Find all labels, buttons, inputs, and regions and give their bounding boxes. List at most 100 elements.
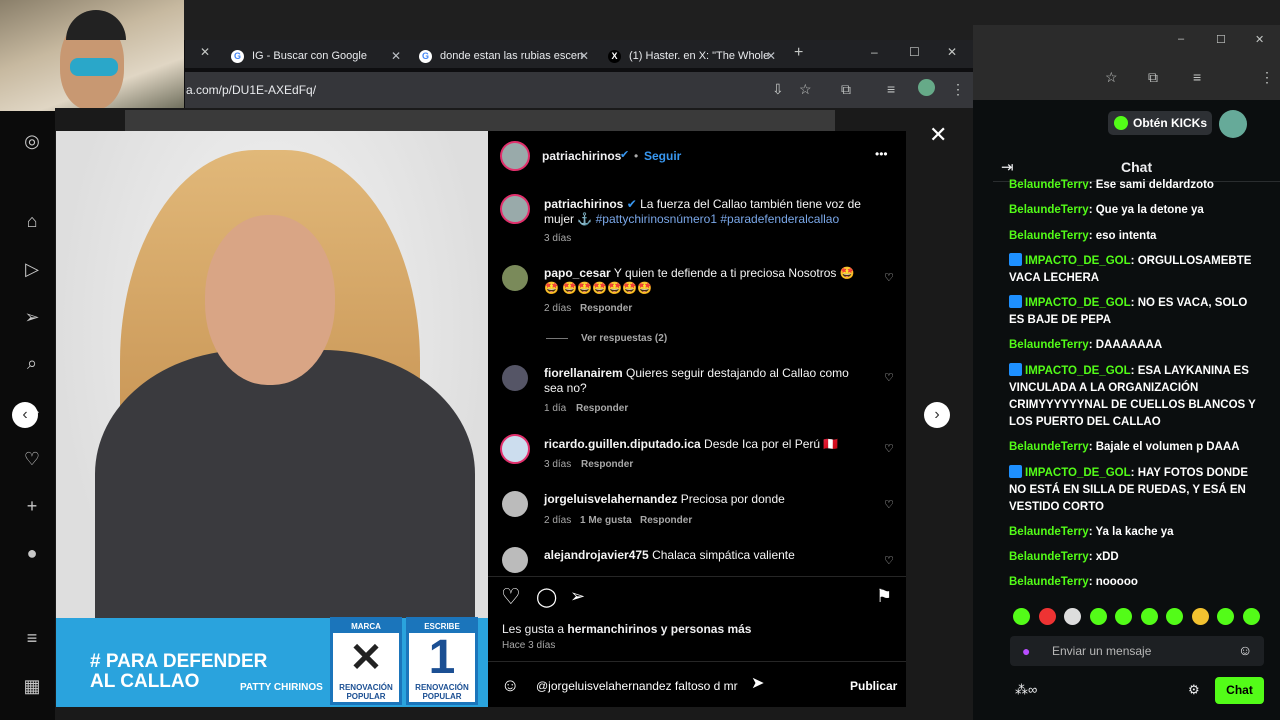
emote-icon[interactable] <box>1141 608 1158 625</box>
maximize-icon[interactable]: ☐ <box>1216 33 1226 46</box>
emote-icon[interactable] <box>1217 608 1234 625</box>
get-kicks-button[interactable]: Obtén KICKs <box>1108 111 1212 135</box>
profile-icon[interactable]: ● <box>20 541 44 565</box>
emote-icon[interactable] <box>1115 608 1132 625</box>
background-thumbnails <box>125 110 835 132</box>
like-comment-icon[interactable]: ♡ <box>884 271 894 284</box>
chat-message: BelaundeTerry: xDD <box>1009 551 1119 563</box>
more-icon[interactable]: ≡ <box>20 626 44 650</box>
maximize-icon[interactable]: ☐ <box>909 45 920 59</box>
comment-avatar[interactable] <box>502 265 528 291</box>
media-icon[interactable]: ≡ <box>1193 69 1201 85</box>
emote-icon[interactable] <box>1192 608 1209 625</box>
minimize-icon[interactable]: – <box>871 45 878 59</box>
reply-button[interactable]: Responder <box>576 403 628 414</box>
previous-post-button[interactable]: ‹ <box>12 402 38 428</box>
ballot-escribe: ESCRIBE 1 RENOVACIÓN POPULAR <box>406 617 478 705</box>
badge-icon <box>1009 363 1022 376</box>
emote-icon[interactable] <box>1064 608 1081 625</box>
close-tab-icon[interactable]: ✕ <box>766 49 776 63</box>
close-tab-icon[interactable]: ✕ <box>391 49 401 63</box>
mic-icon[interactable]: ● <box>1022 643 1030 659</box>
comment-icon[interactable]: ◯ <box>536 586 557 609</box>
chat-message: BelaundeTerry: Ese sami deldardzoto <box>1009 179 1214 189</box>
emote-icon[interactable] <box>1039 608 1056 625</box>
post-author[interactable]: patriachirinos <box>542 149 621 163</box>
profile-avatar[interactable] <box>918 79 935 96</box>
image-face-shape <box>205 215 335 385</box>
close-window-icon[interactable]: ✕ <box>947 45 957 59</box>
tab-google-rubias[interactable]: G donde estan las rubias escen ✕ <box>419 44 589 68</box>
tab-google-ig[interactable]: G IG - Buscar con Google ✕ <box>231 44 401 68</box>
emote-icon[interactable] <box>1090 608 1107 625</box>
star-icon[interactable]: ☆ <box>1105 69 1118 86</box>
chat-title: Chat <box>1121 159 1153 175</box>
caption-avatar[interactable] <box>500 194 530 224</box>
emoji-icon[interactable]: ☺ <box>501 675 519 696</box>
more-options-icon[interactable]: ••• <box>875 147 888 161</box>
reply-button[interactable]: Responder <box>580 303 632 314</box>
bookmark-star-icon[interactable]: ☆ <box>799 81 812 98</box>
home-icon[interactable]: ⌂ <box>20 209 44 233</box>
close-window-icon[interactable]: ✕ <box>1255 33 1264 46</box>
next-post-button[interactable]: › <box>924 402 950 428</box>
reply-button[interactable]: Responder <box>581 459 633 470</box>
media-icon[interactable]: ≡ <box>887 81 895 97</box>
chat-message-input[interactable]: ● Enviar un mensaje ☺ <box>1010 636 1264 666</box>
dot-separator: • <box>634 149 639 163</box>
like-post-icon[interactable]: ♡ <box>501 584 521 610</box>
install-icon[interactable]: ⇩ <box>772 81 784 98</box>
view-replies-link[interactable]: Ver respuestas (2) <box>581 333 667 344</box>
follow-button[interactable]: Seguir <box>644 149 681 163</box>
comment-avatar[interactable] <box>502 365 528 391</box>
share-icon[interactable]: ➢ <box>570 586 585 607</box>
url-field[interactable]: a.com/p/DU1E-AXEdFq/ <box>186 83 316 97</box>
minimize-icon[interactable]: – <box>1178 33 1184 45</box>
comment-input[interactable]: @jorgeluisvelahernandez faltoso d mr <box>536 679 738 693</box>
author-avatar[interactable] <box>500 141 530 171</box>
close-tab-icon[interactable]: ✕ <box>579 49 589 63</box>
reply-button[interactable]: Responder <box>640 515 692 526</box>
comment-avatar[interactable] <box>502 547 528 573</box>
new-tab-button[interactable]: + <box>794 44 803 62</box>
image-dress-shape <box>95 350 475 660</box>
like-comment-icon[interactable]: ♡ <box>884 442 894 455</box>
like-comment-icon[interactable]: ♡ <box>884 498 894 511</box>
emote-icon[interactable] <box>1166 608 1183 625</box>
menu-icon[interactable]: ⋮ <box>1260 69 1274 86</box>
likes-summary[interactable]: Les gusta a hermanchirinos y personas má… <box>502 622 751 636</box>
collapse-chat-icon[interactable]: ⇥ <box>1001 158 1014 176</box>
close-tab-icon[interactable]: ✕ <box>200 45 210 59</box>
comment-text: alejandrojavier475 Chalaca simpática val… <box>544 548 795 562</box>
like-comment-icon[interactable]: ♡ <box>884 371 894 384</box>
apps-icon[interactable]: ▦ <box>20 674 44 698</box>
instagram-logo-icon[interactable]: ◎ <box>20 129 44 153</box>
create-icon[interactable]: + <box>20 494 44 518</box>
search-icon[interactable]: ⌕ <box>20 351 44 375</box>
save-bookmark-icon[interactable]: ⚑ <box>876 586 892 607</box>
comment-text: ricardo.guillen.diputado.ica Desde Ica p… <box>544 437 839 451</box>
extensions-icon[interactable]: ⧉ <box>841 81 851 98</box>
send-chat-button[interactable]: Chat <box>1215 677 1264 704</box>
emoji-picker-icon[interactable]: ☺ <box>1238 642 1252 658</box>
publish-button[interactable]: Publicar <box>850 679 897 693</box>
caption: patriachirinos ✔ La fuerza del Callao ta… <box>544 197 861 226</box>
comment-avatar[interactable] <box>500 434 530 464</box>
extensions-icon[interactable]: ⧉ <box>1148 69 1158 86</box>
emote-icon[interactable] <box>1243 608 1260 625</box>
menu-icon[interactable]: ⋮ <box>951 81 965 98</box>
verified-icon: ✔ <box>620 149 630 161</box>
like-comment-icon[interactable]: ♡ <box>884 554 894 567</box>
notifications-icon[interactable]: ♡ <box>20 447 44 471</box>
tab-x-haster[interactable]: X (1) Haster. en X: "The Whole ✕ <box>608 44 776 68</box>
settings-gear-icon[interactable]: ⚙ <box>1188 682 1200 698</box>
emote-icon[interactable] <box>1013 608 1030 625</box>
messages-icon[interactable]: ➢ <box>20 305 44 329</box>
points-icon[interactable]: ⁂∞ <box>1015 682 1037 698</box>
comment-avatar[interactable] <box>502 491 528 517</box>
comment-text: papo_cesar Y quien te defiende a ti prec… <box>544 266 855 295</box>
reels-icon[interactable]: ▷ <box>20 257 44 281</box>
user-avatar[interactable] <box>1219 110 1247 138</box>
badge-icon <box>1009 295 1022 308</box>
close-modal-icon[interactable]: ✕ <box>929 122 947 148</box>
